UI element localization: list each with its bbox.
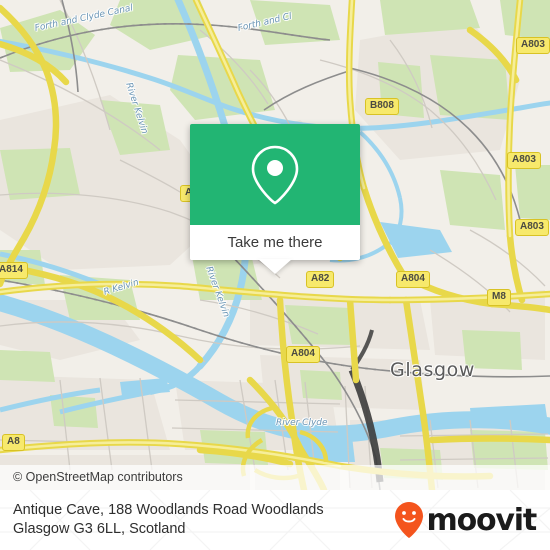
road-shield: A803 — [507, 152, 541, 169]
brand-name: moovit — [426, 502, 538, 538]
road-shield: A804 — [286, 346, 320, 363]
popup-image-header — [190, 124, 360, 225]
address-line-1: Antique Cave, 188 Woodlands Road Woodlan… — [13, 502, 324, 518]
road-shield: A803 — [515, 219, 549, 236]
osm-attribution: © OpenStreetMap contributors — [0, 465, 550, 490]
road-shield: A814 — [0, 262, 28, 279]
address-line-2: Glasgow G3 6LL, Scotland — [13, 521, 186, 537]
road-shield: M8 — [487, 289, 511, 306]
road-shield: A804 — [396, 271, 430, 288]
map-screenshot: Forth and Clyde Canal Forth and Cl River… — [0, 0, 550, 550]
map-canvas[interactable]: Forth and Clyde Canal Forth and Cl River… — [0, 0, 550, 490]
road-shield: A8 — [2, 434, 25, 451]
popup-pointer — [258, 259, 292, 274]
road-shield: A82 — [306, 271, 335, 288]
road-shield: B808 — [365, 98, 399, 115]
take-me-there-button[interactable]: Take me there — [190, 225, 360, 260]
moovit-logo: moovit — [394, 501, 538, 539]
footer-bar: Antique Cave, 188 Woodlands Road Woodlan… — [0, 490, 550, 550]
moovit-pin-smiley-icon — [394, 502, 423, 538]
address-text: Antique Cave, 188 Woodlands Road Woodlan… — [13, 501, 324, 539]
location-popup[interactable]: Take me there — [190, 124, 360, 274]
road-shield: A803 — [516, 37, 550, 54]
map-pin-icon — [251, 145, 299, 204]
